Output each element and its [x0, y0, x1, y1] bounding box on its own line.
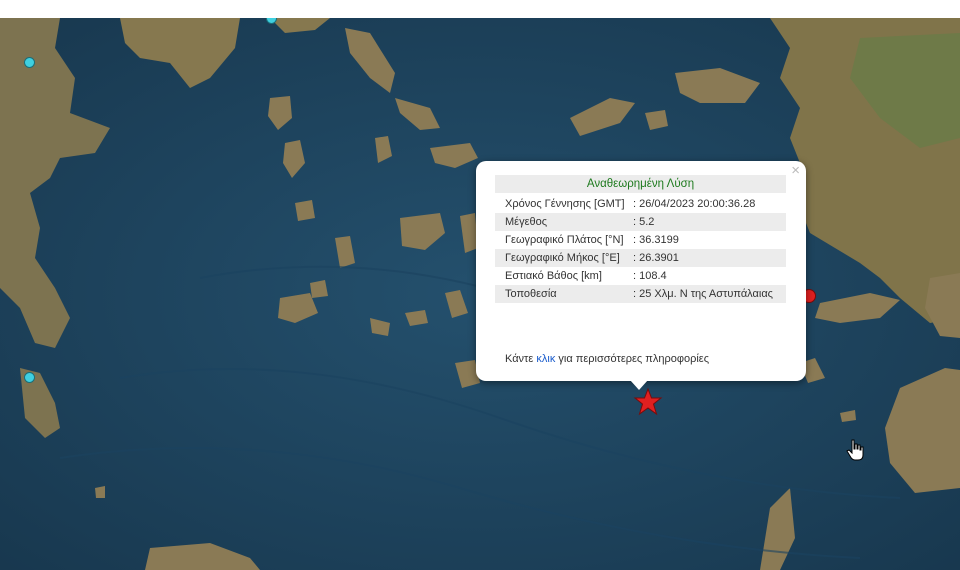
earthquake-info-table: Χρόνος Γέννησης [GMT] : 26/04/2023 20:00… — [495, 195, 786, 303]
latitude-value: : 36.3199 — [633, 234, 679, 246]
earthquake-info-popup: × Αναθεωρημένη Λύση Χρόνος Γέννησης [GMT… — [476, 161, 806, 390]
depth-value: : 108.4 — [633, 270, 667, 282]
latitude-label: Γεωγραφικό Πλάτος [°N] — [505, 234, 624, 246]
origin-time-label: Χρόνος Γέννησης [GMT] — [505, 198, 625, 210]
more-info-link[interactable]: κλικ — [536, 353, 555, 365]
table-row: Εστιακό Βάθος [km] : 108.4 — [495, 267, 786, 285]
close-icon[interactable]: × — [791, 163, 800, 179]
table-row: Γεωγραφικό Πλάτος [°N] : 36.3199 — [495, 231, 786, 249]
table-row: Χρόνος Γέννησης [GMT] : 26/04/2023 20:00… — [495, 195, 786, 213]
table-row: Γεωγραφικό Μήκος [°E] : 26.3901 — [495, 249, 786, 267]
station-marker[interactable] — [24, 57, 35, 68]
station-marker[interactable] — [24, 372, 35, 383]
depth-label: Εστιακό Βάθος [km] — [505, 270, 602, 282]
longitude-label: Γεωγραφικό Μήκος [°E] — [495, 249, 629, 267]
popup-title: Αναθεωρημένη Λύση — [495, 175, 786, 193]
location-value: : 25 Χλμ. Ν της Αστυπάλαιας — [629, 285, 786, 303]
more-info-text: Κάντε κλικ για περισσότερες πληροφορίες — [505, 353, 709, 365]
longitude-value: : 26.3901 — [629, 249, 786, 267]
table-row: Μέγεθος : 5.2 — [495, 213, 786, 231]
hand-cursor-icon — [846, 439, 864, 461]
star-icon[interactable] — [633, 387, 663, 417]
magnitude-label: Μέγεθος — [495, 213, 629, 231]
map-view[interactable]: × Αναθεωρημένη Λύση Χρόνος Γέννησης [GMT… — [0, 18, 960, 570]
magnitude-value: : 5.2 — [629, 213, 786, 231]
origin-time-value: : 26/04/2023 20:00:36.28 — [633, 198, 756, 210]
location-label: Τοποθεσία — [495, 285, 629, 303]
table-row: Τοποθεσία : 25 Χλμ. Ν της Αστυπάλαιας — [495, 285, 786, 303]
